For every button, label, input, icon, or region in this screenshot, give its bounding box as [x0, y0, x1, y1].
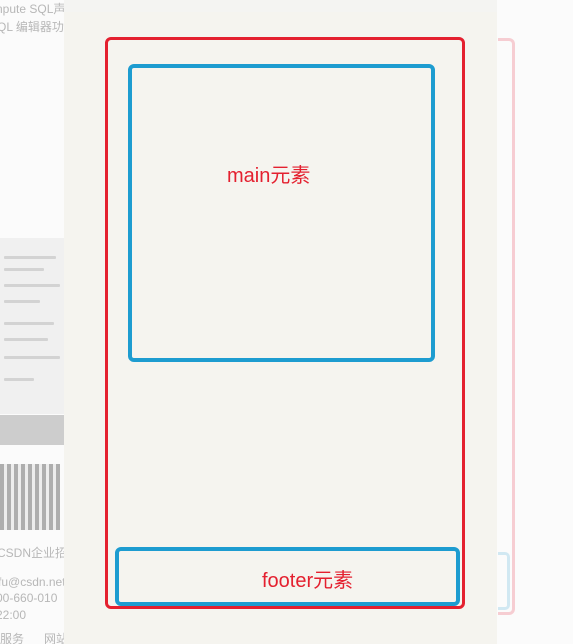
background-text-line: fu@csdn.net: [0, 575, 64, 589]
background-text-line: QL 编辑器功: [0, 20, 64, 34]
footer-element-label: footer元素: [262, 570, 354, 592]
background-text-line: CSDN企业招聘: [0, 546, 64, 560]
background-text-line: 22:00: [0, 608, 27, 622]
background-thumbnail: [0, 238, 64, 414]
background-text-line: 00-660-010: [0, 591, 58, 605]
qr-code-icon: [0, 464, 60, 530]
background-text-line: npute SQL声: [0, 2, 64, 16]
background-page-left: npute SQL声 QL 编辑器功 CSDN企业招聘 fu@csdn.net …: [0, 0, 64, 644]
main-element-box: [128, 64, 435, 362]
background-text-line: 服务: [0, 632, 25, 644]
background-text-line: 网站: [44, 632, 64, 644]
main-element-label: main元素: [227, 165, 311, 187]
background-image-strip: [0, 415, 64, 445]
ghost-outer-box-edge: [498, 38, 515, 615]
ghost-footer-box-edge: [498, 552, 510, 610]
